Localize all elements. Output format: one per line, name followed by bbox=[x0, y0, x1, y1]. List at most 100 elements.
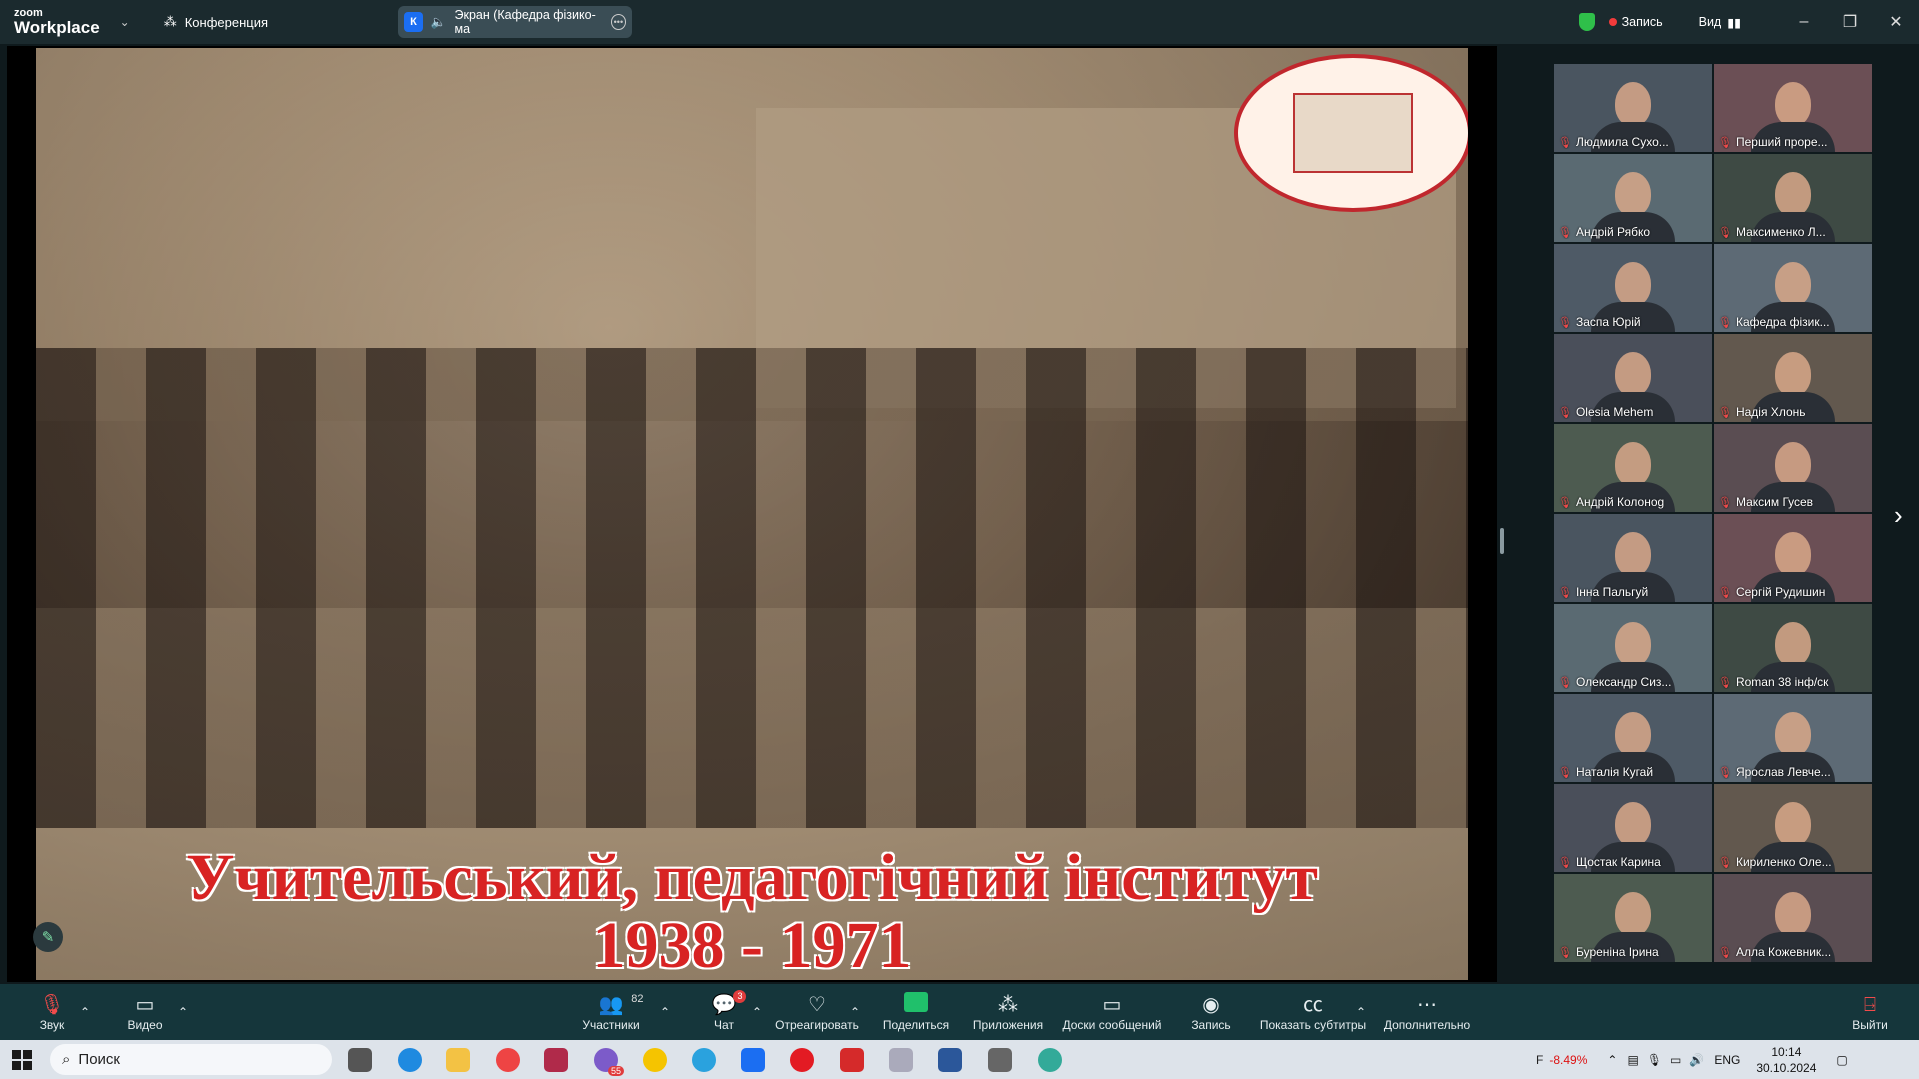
annotate-pencil-icon[interactable]: ✎ bbox=[33, 922, 63, 952]
apps-button[interactable]: ⁂ Приложения bbox=[968, 984, 1048, 1040]
app-menu-chevron-icon[interactable]: ⌄ bbox=[120, 15, 130, 29]
search-placeholder: Поиск bbox=[78, 1051, 120, 1068]
participant-tile[interactable]: 🎙 Олександр Сиз... bbox=[1554, 604, 1712, 692]
participant-name: Максименко Л... bbox=[1735, 225, 1826, 239]
share-screen-icon bbox=[904, 992, 928, 1018]
participant-name: Наталія Кугай bbox=[1575, 765, 1654, 779]
screen-share-indicator[interactable]: К 🔈 Экран (Кафедра фізико-ма ••• bbox=[398, 6, 632, 38]
participant-tile[interactable]: 🎙 Надія Хлонь bbox=[1714, 334, 1872, 422]
participant-tile[interactable]: 🎙 Андрій Рябко bbox=[1554, 154, 1712, 242]
file-explorer-icon[interactable] bbox=[446, 1048, 470, 1072]
participants-label: Участники bbox=[582, 1018, 640, 1032]
participant-tile[interactable]: 🎙 Olesia Mehem bbox=[1554, 334, 1712, 422]
participant-tile[interactable]: 🎙 Заспа Юрій bbox=[1554, 244, 1712, 332]
conference-button[interactable]: ⁂ Конференция bbox=[164, 14, 268, 30]
maximize-button[interactable]: ❐ bbox=[1827, 12, 1873, 32]
chat-badge: 3 bbox=[733, 990, 747, 1003]
whiteboards-label: Доски сообщений bbox=[1062, 1018, 1162, 1032]
minimize-button[interactable]: – bbox=[1781, 13, 1827, 31]
participants-options-chevron-icon[interactable]: ⌃ bbox=[660, 984, 670, 1040]
participant-tile[interactable]: 🎙 Roman 38 інф/ск bbox=[1714, 604, 1872, 692]
record-button[interactable]: ◉ Запись bbox=[1186, 984, 1236, 1040]
participant-video bbox=[1775, 802, 1811, 846]
close-button[interactable]: ✕ bbox=[1873, 12, 1919, 32]
tray-expand-icon[interactable]: ⌃ bbox=[1607, 1053, 1617, 1067]
muted-mic-icon: 🎙 bbox=[1558, 226, 1572, 239]
security-shield-icon[interactable] bbox=[1578, 13, 1595, 31]
participant-tile[interactable]: 🎙 Сергій Рудишин bbox=[1714, 514, 1872, 602]
next-page-arrow-icon[interactable]: › bbox=[1894, 500, 1903, 531]
participant-tile[interactable]: 🎙 Кафедра фізик... bbox=[1714, 244, 1872, 332]
save-app-icon[interactable] bbox=[544, 1048, 568, 1072]
participant-tile[interactable]: 🎙 Інна Пальгуй bbox=[1554, 514, 1712, 602]
chrome-icon[interactable] bbox=[496, 1048, 520, 1072]
react-button[interactable]: ♡ Отреагировать bbox=[772, 984, 862, 1040]
share-label: Экран (Кафедра фізико-ма bbox=[454, 8, 596, 36]
vivaldi-icon[interactable] bbox=[840, 1048, 864, 1072]
stock-label: F bbox=[1536, 1052, 1544, 1067]
muted-mic-icon: 🎙 bbox=[1558, 316, 1572, 329]
chat-button[interactable]: 💬 3 Чат bbox=[702, 984, 747, 1040]
task-view-icon[interactable] bbox=[348, 1048, 372, 1072]
participant-tile[interactable]: 🎙 Щостак Карина bbox=[1554, 784, 1712, 872]
participant-tile[interactable]: 🎙 Максименко Л... bbox=[1714, 154, 1872, 242]
sharer-avatar: К bbox=[404, 12, 423, 32]
viber-icon[interactable]: 55 bbox=[594, 1048, 624, 1076]
participant-tile[interactable]: 🎙 Людмила Сухо... bbox=[1554, 64, 1712, 152]
paint-icon[interactable] bbox=[889, 1048, 913, 1072]
mic-tray-icon[interactable]: 🎙 bbox=[1647, 1053, 1662, 1067]
telegram-icon[interactable] bbox=[692, 1048, 716, 1072]
participant-name: Алла Кожевник... bbox=[1735, 945, 1832, 959]
share-button[interactable]: Поделиться bbox=[876, 984, 956, 1040]
chat-options-chevron-icon[interactable]: ⌃ bbox=[752, 984, 762, 1040]
whiteboards-button[interactable]: ▭ Доски сообщений bbox=[1062, 984, 1162, 1040]
participant-name-bar: 🎙 Олександр Сиз... bbox=[1558, 675, 1710, 689]
video-button[interactable]: ▭ Видео bbox=[120, 984, 170, 1040]
participant-tile[interactable]: 🎙 Кириленко Оле... bbox=[1714, 784, 1872, 872]
notifications-icon[interactable]: ▢ bbox=[1836, 1053, 1847, 1067]
splitter-handle[interactable] bbox=[1500, 528, 1504, 554]
edge-icon[interactable] bbox=[398, 1048, 422, 1072]
word-icon[interactable] bbox=[938, 1048, 962, 1072]
participant-name: Людмила Сухо... bbox=[1575, 135, 1669, 149]
app-triangle-icon[interactable] bbox=[643, 1048, 667, 1072]
recording-label[interactable]: Запись bbox=[1622, 15, 1663, 29]
gear-app-icon[interactable] bbox=[988, 1048, 1012, 1072]
audio-options-chevron-icon[interactable]: ⌃ bbox=[80, 984, 90, 1040]
participant-tile[interactable]: 🎙 Перший прорe... bbox=[1714, 64, 1872, 152]
more-button[interactable]: ⋯ Дополнительно bbox=[1380, 984, 1474, 1040]
audio-button[interactable]: 🎙 Звук bbox=[30, 984, 74, 1040]
view-grid-icon[interactable]: ▮▮ bbox=[1727, 15, 1741, 30]
taskbar-search[interactable]: ⌕ Поиск bbox=[50, 1044, 332, 1075]
language-indicator[interactable]: ENG bbox=[1714, 1053, 1740, 1067]
participant-name: Кириленко Оле... bbox=[1735, 855, 1832, 869]
volume-icon[interactable]: 🔊 bbox=[1689, 1053, 1704, 1067]
captions-options-chevron-icon[interactable]: ⌃ bbox=[1356, 984, 1366, 1040]
participant-tile[interactable]: 🎙 Максим Гусев bbox=[1714, 424, 1872, 512]
video-options-chevron-icon[interactable]: ⌃ bbox=[178, 984, 188, 1040]
captions-button[interactable]: ㏄ Показать субтитры bbox=[1258, 984, 1368, 1040]
chrome-profile-icon[interactable] bbox=[1038, 1048, 1062, 1072]
participant-tile[interactable]: 🎙 Бурeніна Ірина bbox=[1554, 874, 1712, 962]
participant-tile[interactable]: 🎙 Наталія Кугай bbox=[1554, 694, 1712, 782]
more-options-icon[interactable]: ••• bbox=[610, 14, 626, 30]
participant-tile[interactable]: 🎙 Алла Кожевник... bbox=[1714, 874, 1872, 962]
windows-taskbar: ⌕ Поиск 55 F -8.49% ⌃ ▤ 🎙 ▭ 🔊 ENG 10:14 … bbox=[0, 1040, 1919, 1079]
stock-change[interactable]: -8.49% bbox=[1549, 1053, 1587, 1067]
participant-tile[interactable]: 🎙 Ярослав Левче... bbox=[1714, 694, 1872, 782]
windows-start-icon[interactable] bbox=[12, 1050, 32, 1070]
muted-mic-icon: 🎙 bbox=[1718, 856, 1732, 869]
participants-button[interactable]: 👥 82 Участники bbox=[576, 984, 646, 1040]
view-button[interactable]: Вид bbox=[1699, 15, 1722, 29]
network-icon[interactable]: ▤ bbox=[1627, 1053, 1638, 1067]
zoom-icon[interactable] bbox=[741, 1048, 765, 1072]
clock[interactable]: 10:14 30.10.2024 bbox=[1756, 1044, 1816, 1076]
participant-tile[interactable]: 🎙 Андрій Колонog bbox=[1554, 424, 1712, 512]
participant-name-bar: 🎙 Максим Гусев bbox=[1718, 495, 1870, 509]
leave-button[interactable]: ⍈ Выйти bbox=[1850, 984, 1890, 1040]
participant-name-bar: 🎙 Людмила Сухо... bbox=[1558, 135, 1710, 149]
react-options-chevron-icon[interactable]: ⌃ bbox=[850, 984, 860, 1040]
opera-icon[interactable] bbox=[790, 1048, 814, 1072]
participant-video bbox=[1615, 82, 1651, 126]
monitor-icon[interactable]: ▭ bbox=[1670, 1053, 1681, 1067]
